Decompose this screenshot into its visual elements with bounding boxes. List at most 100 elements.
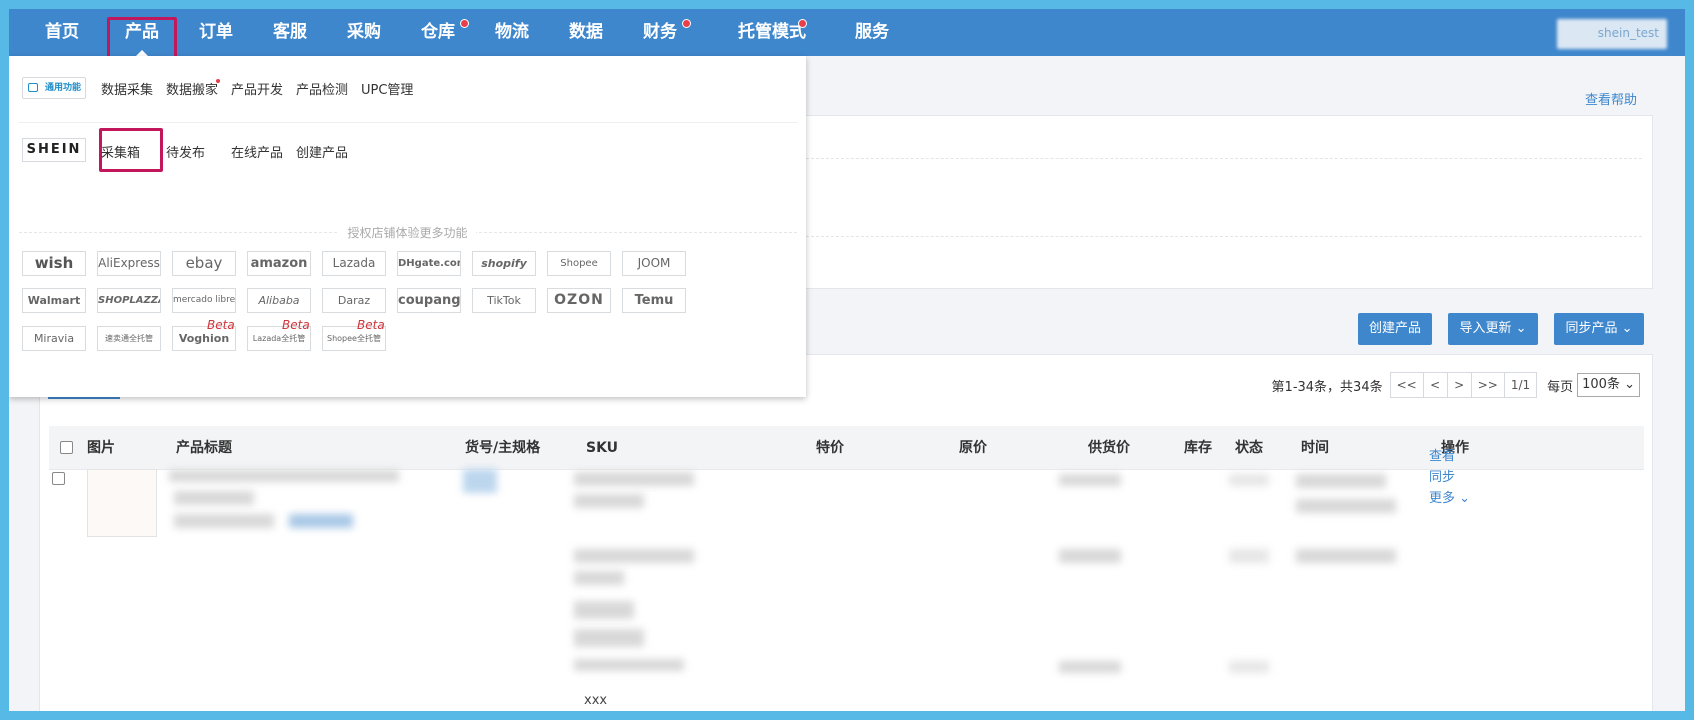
blurred-supply-price [1059, 549, 1121, 563]
table-header: 图片 产品标题 货号/主规格 SKU 特价 原价 供货价 库存 状态 时间 操作 [49, 426, 1644, 470]
blurred-item-no [463, 469, 497, 493]
general-functions-label: 通用功能 [44, 83, 81, 93]
sync-product-button[interactable]: 同步产品 ⌄ [1554, 313, 1644, 345]
auth-more-label: 授权店铺体验更多功能 [339, 226, 476, 240]
nav-warehouse[interactable]: 仓库 [411, 9, 465, 56]
platform-aliexpress-managed[interactable]: 速卖通全托管 [97, 326, 161, 351]
col-status: 状态 [1235, 440, 1263, 456]
platform-dhgate[interactable]: DHgate.com [397, 251, 461, 276]
blurred-sku [574, 571, 624, 585]
product-thumbnail [87, 469, 157, 537]
platform-shopify[interactable]: shopify [472, 251, 536, 276]
platform-daraz[interactable]: Daraz [322, 288, 386, 313]
view-link[interactable]: 查看 [1429, 445, 1455, 464]
platform-joom[interactable]: JOOM [622, 251, 686, 276]
blurred-time [1296, 474, 1386, 488]
product-table-card: 第1-34条，共34条 << < > >> 1/1 每页 100条 ⌄ 图片 产… [39, 354, 1653, 711]
menu-online-products[interactable]: 在线产品 [231, 142, 283, 161]
nav-managed-mode[interactable]: 托管模式 [727, 9, 817, 56]
top-nav: 首页 产品 订单 客服 采购 仓库 物流 数据 财务 托管模式 服务 shein… [9, 9, 1685, 61]
blurred-sku [574, 494, 644, 508]
new-feature-dot [216, 79, 220, 83]
col-title: 产品标题 [176, 440, 232, 456]
menu-create-product[interactable]: 创建产品 [296, 142, 348, 161]
sync-link[interactable]: 同步 [1429, 466, 1455, 485]
beta-label: Beta [282, 318, 310, 332]
blurred-time [1296, 499, 1396, 513]
blurred-status [1229, 661, 1269, 673]
platform-alibaba[interactable]: Alibaba [247, 288, 311, 313]
menu-upc-manage[interactable]: UPC管理 [361, 79, 413, 98]
nav-service[interactable]: 客服 [263, 9, 317, 56]
nav-order[interactable]: 订单 [189, 9, 243, 56]
chevron-down-icon: ⌄ [1621, 321, 1633, 336]
platform-shoplazza[interactable]: SHOPLAZZA [97, 288, 161, 313]
platform-tiktok[interactable]: TikTok [472, 288, 536, 313]
menu-data-collect[interactable]: 数据采集 [101, 79, 153, 98]
chevron-down-icon: ⌄ [1459, 491, 1471, 506]
active-tab-indicator [48, 397, 120, 399]
platform-lazada[interactable]: Lazada [322, 251, 386, 276]
auth-more-text: 授权店铺体验更多功能 [9, 224, 806, 241]
platform-aliexpress[interactable]: AliExpress [97, 251, 161, 276]
row-checkbox[interactable] [52, 472, 65, 485]
blurred-status [1229, 549, 1269, 563]
menu-pending-publish[interactable]: 待发布 [166, 142, 205, 161]
platform-wish[interactable]: wish [22, 251, 86, 276]
import-update-button[interactable]: 导入更新 ⌄ [1448, 313, 1538, 345]
blurred-supply-price [1059, 661, 1121, 673]
nav-data[interactable]: 数据 [559, 9, 613, 56]
nav-services[interactable]: 服务 [845, 9, 899, 56]
blurred-sku [574, 659, 684, 671]
nav-purchase[interactable]: 采购 [337, 9, 391, 56]
col-time: 时间 [1301, 440, 1329, 456]
beta-label: Beta [357, 318, 385, 332]
platform-coupang[interactable]: coupang [397, 288, 461, 313]
filter-panel [805, 115, 1653, 289]
platform-ozon[interactable]: OZON [547, 288, 611, 313]
nav-logistics[interactable]: 物流 [485, 9, 539, 56]
platform-temu[interactable]: Temu [622, 288, 686, 313]
menu-data-migrate[interactable]: 数据搬家 [166, 79, 218, 98]
page-indicator: 1/1 [1503, 372, 1538, 398]
menu-collect-box[interactable]: 采集箱 [101, 142, 140, 161]
app-window: 首页 产品 订单 客服 采购 仓库 物流 数据 财务 托管模式 服务 shein… [9, 9, 1685, 711]
per-page-select[interactable]: 100条 ⌄ [1577, 373, 1640, 397]
col-special-price: 特价 [816, 440, 844, 456]
more-link[interactable]: 更多 ⌄ [1429, 487, 1470, 506]
shein-logo: SHEIN [22, 138, 86, 162]
prev-page-button[interactable]: < [1422, 372, 1448, 398]
platform-miravia[interactable]: Miravia [22, 326, 86, 351]
nav-finance[interactable]: 财务 [633, 9, 687, 56]
per-page-value: 100条 [1582, 377, 1620, 392]
blurred-time [1296, 549, 1396, 563]
last-page-button[interactable]: >> [1470, 372, 1505, 398]
create-product-button[interactable]: 创建产品 [1358, 313, 1432, 345]
platform-walmart[interactable]: Walmart [22, 288, 86, 313]
more-label: 更多 [1429, 491, 1456, 506]
warehouse-notify-dot [460, 19, 469, 28]
per-page-label: 每页 [1547, 379, 1574, 395]
col-sku: SKU [586, 440, 619, 456]
menu-product-dev[interactable]: 产品开发 [231, 79, 283, 98]
user-name: shein_test [1597, 26, 1659, 40]
blurred-sku [574, 601, 634, 619]
next-page-button[interactable]: > [1446, 372, 1472, 398]
menu-product-check[interactable]: 产品检测 [296, 79, 348, 98]
platform-mercadolibre[interactable]: mercado libre [172, 288, 236, 313]
platform-ebay[interactable]: ebay [172, 251, 236, 276]
pager-summary: 第1-34条，共34条 [1271, 379, 1383, 395]
blurred-supply-price [1059, 474, 1121, 486]
col-image: 图片 [87, 440, 115, 456]
blurred-status [1229, 474, 1269, 486]
select-all-checkbox[interactable] [60, 441, 73, 454]
blurred-title [169, 470, 399, 482]
platform-amazon[interactable]: amazon [247, 251, 311, 276]
help-link[interactable]: 查看帮助 [1585, 89, 1637, 108]
nav-home[interactable]: 首页 [35, 9, 89, 56]
beta-label: Beta [207, 318, 235, 332]
platform-shopee[interactable]: Shopee [547, 251, 611, 276]
first-page-button[interactable]: << [1389, 372, 1424, 398]
blurred-tag [289, 514, 353, 528]
blurred-title [174, 491, 254, 505]
